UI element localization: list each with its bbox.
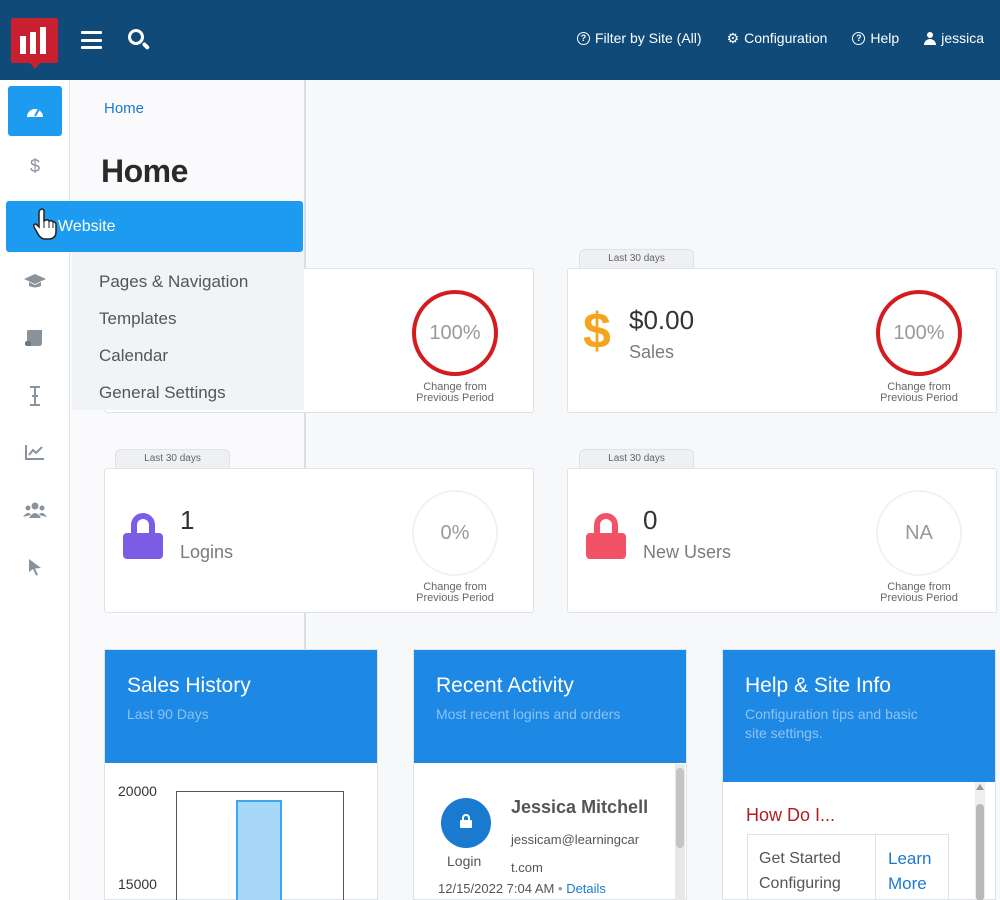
configuration-button[interactable]: ⚙ Configuration bbox=[727, 30, 828, 46]
dollar-icon: $ bbox=[583, 303, 611, 359]
rail-item-content[interactable] bbox=[8, 313, 62, 363]
dollar-icon: $ bbox=[29, 155, 40, 176]
sales-history-panel: Sales History Last 90 Days 20000 15000 bbox=[104, 649, 378, 900]
panel-header: Sales History Last 90 Days bbox=[105, 650, 377, 763]
rail-item-users[interactable] bbox=[8, 485, 62, 535]
chart-line-icon bbox=[25, 445, 44, 460]
stat-label: Sales bbox=[629, 342, 675, 362]
panel-title: Sales History bbox=[127, 674, 251, 697]
submenu-item-templates[interactable]: Templates bbox=[99, 309, 176, 329]
activity-email: jessicam@learningcar t.com bbox=[511, 832, 640, 875]
user-menu-button[interactable]: jessica bbox=[924, 30, 984, 46]
page-title: Home bbox=[101, 153, 188, 189]
stat-value: 0 bbox=[643, 505, 658, 535]
y-tick-label: 15000 bbox=[118, 876, 157, 892]
stat-label: New Users bbox=[643, 542, 732, 562]
app-logo[interactable] bbox=[11, 18, 58, 69]
submenu-item-pages-navigation[interactable]: Pages & Navigation bbox=[99, 272, 248, 292]
filter-by-site-button[interactable]: ? Filter by Site (All) bbox=[576, 30, 702, 46]
rail-item-text[interactable] bbox=[8, 371, 62, 421]
rail-item-reports[interactable] bbox=[8, 427, 62, 477]
change-ring: NA bbox=[876, 490, 962, 576]
rail-item-dashboard[interactable] bbox=[8, 86, 62, 136]
panel-title: Recent Activity bbox=[436, 674, 574, 697]
user-icon bbox=[924, 31, 937, 45]
change-ring: 100% bbox=[412, 290, 498, 376]
breadcrumb-home[interactable]: Home bbox=[104, 100, 144, 117]
top-bar: ? Filter by Site (All) ⚙ Configuration ?… bbox=[0, 0, 1000, 80]
submenu-item-general-settings[interactable]: General Settings bbox=[99, 383, 226, 403]
change-caption: Change from Previous Period bbox=[880, 381, 958, 404]
activity-timestamp: 12/15/2022 7:04 AM bbox=[438, 881, 555, 896]
hand-cursor-icon bbox=[33, 208, 57, 240]
details-link[interactable]: Details bbox=[566, 881, 606, 896]
submenu-item-calendar[interactable]: Calendar bbox=[99, 346, 168, 366]
lock-icon bbox=[586, 513, 626, 559]
question-circle-icon: ? bbox=[576, 31, 590, 45]
stat-card-new-users: 0 New Users NA Change from Previous Perio… bbox=[567, 468, 997, 613]
stat-card-sales: $ $0.00 Sales 100% Change from Previous P… bbox=[567, 268, 997, 413]
panel-subtitle: Most recent logins and orders bbox=[436, 706, 621, 722]
chart-bar bbox=[236, 800, 282, 900]
gear-icon: ⚙ bbox=[726, 30, 740, 46]
activity-user-name[interactable]: Jessica Mitchell bbox=[511, 797, 648, 818]
dashboard-icon bbox=[27, 108, 43, 117]
panel-header: Help & Site Info Configuration tips and … bbox=[723, 650, 995, 782]
text-cursor-icon bbox=[30, 386, 40, 406]
stat-value: $0.00 bbox=[629, 305, 695, 335]
rail-item-sales[interactable]: $ bbox=[8, 141, 62, 191]
period-tab: Last 30 days bbox=[115, 449, 230, 469]
activity-type: Login bbox=[447, 853, 482, 869]
lock-icon bbox=[460, 814, 472, 828]
help-topic-label: Get Started Configuring bbox=[748, 835, 876, 900]
period-tab: Last 30 days bbox=[579, 249, 694, 269]
stat-value: 1 bbox=[180, 505, 195, 535]
change-ring: 100% bbox=[876, 290, 962, 376]
help-button[interactable]: ? Help bbox=[852, 30, 899, 46]
panel-header: Recent Activity Most recent logins and o… bbox=[414, 650, 686, 763]
website-submenu: Pages & Navigation Templates Calendar Ge… bbox=[72, 252, 304, 410]
users-icon bbox=[23, 502, 47, 518]
panel-title: Help & Site Info bbox=[745, 674, 891, 697]
login-avatar bbox=[441, 798, 491, 848]
pointer-icon bbox=[29, 559, 41, 576]
hamburger-menu-icon[interactable] bbox=[81, 31, 102, 49]
change-caption: Change from Previous Period bbox=[416, 381, 494, 404]
y-tick-label: 20000 bbox=[118, 783, 157, 799]
panel-subtitle: Configuration tips and basic site setting… bbox=[745, 706, 918, 741]
rail-item-pointer[interactable] bbox=[8, 542, 62, 592]
stat-label: Logins bbox=[180, 542, 234, 562]
rail-item-learning[interactable] bbox=[8, 256, 62, 306]
top-nav: ? Filter by Site (All) ⚙ Configuration ?… bbox=[576, 30, 984, 46]
period-tab: Last 30 days bbox=[579, 449, 694, 469]
help-topics-table: Get Started Configuring Learn More bbox=[747, 834, 949, 900]
learn-more-link[interactable]: Learn More bbox=[888, 846, 931, 896]
question-circle-icon: ? bbox=[852, 31, 866, 45]
stat-card-logins: 1 Logins 0% Change from Previous Period bbox=[104, 468, 534, 613]
change-ring: 0% bbox=[412, 490, 498, 576]
change-caption: Change from Previous Period bbox=[880, 581, 958, 604]
scroll-icon bbox=[25, 330, 42, 346]
graduation-cap-icon bbox=[24, 274, 46, 288]
lock-icon bbox=[123, 513, 163, 559]
activity-meta: 12/15/2022 7:04 AM • Details bbox=[438, 881, 606, 896]
activity-scrollbar[interactable] bbox=[675, 764, 685, 900]
panel-subtitle: Last 90 Days bbox=[127, 706, 209, 722]
change-caption: Change from Previous Period bbox=[416, 581, 494, 604]
how-do-i-title: How Do I... bbox=[746, 805, 836, 825]
recent-activity-panel: Recent Activity Most recent logins and o… bbox=[413, 649, 687, 900]
scroll-up-arrow-icon[interactable] bbox=[976, 784, 984, 790]
help-scrollbar[interactable] bbox=[975, 782, 985, 900]
help-site-info-panel: Help & Site Info Configuration tips and … bbox=[722, 649, 996, 900]
search-icon[interactable] bbox=[128, 29, 152, 53]
